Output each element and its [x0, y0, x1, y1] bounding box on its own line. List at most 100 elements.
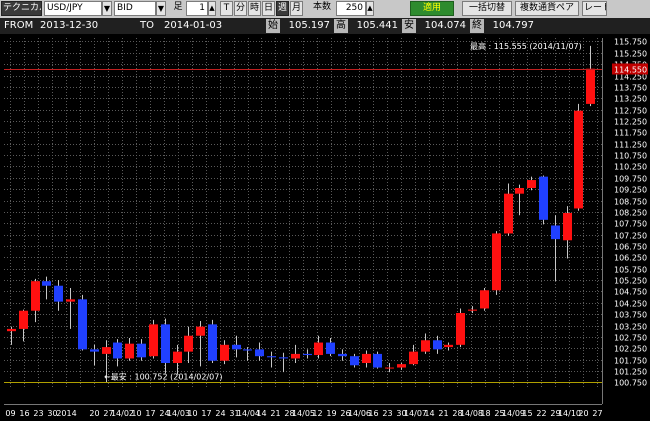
interval-day-button[interactable]: 日	[262, 1, 275, 16]
currency-pair-select[interactable]: USD/JPY	[44, 1, 102, 16]
ashi-label: 足	[173, 2, 183, 12]
apply-button[interactable]: 適用	[410, 1, 454, 16]
technical-button[interactable]: テクニカル	[1, 1, 42, 16]
y-tick-label: 108.750	[614, 198, 647, 207]
y-tick-label: 107.750	[614, 220, 647, 229]
candle-body	[220, 344, 229, 361]
open-label: 始	[266, 19, 280, 33]
y-tick-label: 105.750	[614, 266, 647, 275]
candle-body	[42, 281, 51, 286]
x-tick-label: 18	[480, 409, 490, 418]
y-tick-label: 104.250	[614, 300, 647, 309]
to-label: TO	[140, 20, 154, 31]
candle-body	[279, 357, 288, 359]
y-tick-label: 100.750	[614, 379, 647, 388]
interval-month-button[interactable]: 月	[290, 1, 303, 16]
candle-body	[314, 342, 323, 356]
y-tick-label: 106.250	[614, 254, 647, 263]
x-axis: 09 16 23 302014 20 2714/0210 17 2414/0310 17 24 31…	[5, 409, 602, 418]
y-tick-label: 104.750	[614, 288, 647, 297]
x-tick-label: 20	[578, 409, 588, 418]
count-spinner-icon[interactable]: ▲	[366, 1, 374, 16]
candle-body	[267, 356, 276, 358]
x-tick-label: 16	[368, 409, 378, 418]
info-bar: FROM 2013-12-30 TO 2014-01-03 始 105.197 …	[0, 18, 650, 34]
candle-body	[291, 353, 300, 359]
interval-minute-button[interactable]: 分	[234, 1, 247, 16]
y-tick-label: 109.250	[614, 186, 647, 195]
y-tick-label: 101.750	[614, 357, 647, 366]
x-tick-label: 22	[536, 409, 546, 418]
close-label: 終	[470, 19, 484, 33]
rate-button[interactable]: レート	[582, 1, 607, 16]
candle-body	[468, 309, 477, 311]
high-annotation: 最高 : 115.555 (2014/11/07)	[470, 41, 582, 51]
x-tick-label: 21	[438, 409, 448, 418]
toggle-all-button[interactable]: 一括切替	[462, 1, 512, 16]
candle-body	[232, 344, 241, 350]
x-tick-label: 17	[201, 409, 211, 418]
y-tick-label: 112.750	[614, 107, 647, 116]
y-tick-label: 105.250	[614, 277, 647, 286]
candle-body	[90, 349, 99, 352]
candle-body	[113, 342, 122, 359]
candle-body	[125, 343, 134, 359]
candle-body	[373, 353, 382, 368]
low-annotation: ←最安 : 100.752 (2014/02/07)	[104, 371, 222, 381]
x-tick-label: 14	[424, 409, 434, 418]
ashi-input[interactable]: 1	[186, 1, 208, 16]
y-tick-label: 102.750	[614, 334, 647, 343]
candle-body	[362, 353, 371, 363]
candle-body	[184, 335, 193, 352]
x-tick-label: 20	[89, 409, 99, 418]
candle-body	[173, 351, 182, 363]
y-tick-label: 103.750	[614, 311, 647, 320]
candle-body	[350, 356, 359, 366]
y-tick-label: 108.250	[614, 209, 647, 218]
interval-tick-button[interactable]: T	[220, 1, 233, 16]
y-tick-label: 113.250	[614, 95, 647, 104]
candle-body	[397, 364, 406, 368]
candle-body	[137, 343, 146, 358]
low-label: 安	[402, 19, 416, 33]
current-price-label: 114.550	[614, 66, 647, 75]
from-date: 2013-12-30	[40, 20, 99, 31]
candle-body	[243, 349, 252, 351]
candle-body	[515, 188, 524, 194]
candle-body	[539, 176, 548, 220]
candle-body	[563, 213, 572, 241]
candle-body	[527, 180, 536, 188]
y-tick-label: 106.750	[614, 243, 647, 252]
candle-body	[409, 351, 418, 365]
y-tick-label: 111.750	[614, 129, 647, 138]
x-tick-label: 10	[131, 409, 141, 418]
price-type-select[interactable]: BID	[114, 1, 156, 16]
candle-body	[574, 110, 583, 209]
ashi-spinner-icon[interactable]: ▲	[208, 1, 216, 16]
candle-body	[149, 324, 158, 357]
candle-body	[338, 353, 347, 357]
candle-body	[303, 353, 312, 356]
pair-dropdown-arrow-icon[interactable]: ▼	[102, 1, 112, 16]
interval-week-button[interactable]: 週	[276, 1, 289, 16]
x-tick-label: 21	[270, 409, 280, 418]
interval-hour-button[interactable]: 時	[248, 1, 261, 16]
count-input[interactable]: 250	[336, 1, 366, 16]
candle-body	[255, 349, 264, 357]
price-type-dropdown-arrow-icon[interactable]: ▼	[156, 1, 166, 16]
multi-currency-button[interactable]: 複数通貨ペア	[515, 1, 579, 16]
x-tick-label: 27	[592, 409, 602, 418]
y-axis: 100.750 101.250 101.750 102.250 102.750 103.2…	[614, 38, 647, 388]
y-tick-label: 103.250	[614, 323, 647, 332]
candle-body	[551, 225, 560, 240]
low-value: 104.074	[424, 20, 466, 31]
y-tick-label: 110.250	[614, 163, 647, 172]
candlestick-chart[interactable]: 100.750 101.250 101.750 102.250 102.750 103.2…	[0, 34, 650, 421]
high-label: 高	[334, 19, 348, 33]
y-tick-label: 110.750	[614, 152, 647, 161]
y-tick-label: 115.750	[614, 38, 647, 47]
candle-body	[66, 299, 75, 302]
y-tick-label: 109.750	[614, 175, 647, 184]
y-tick-label: 112.250	[614, 118, 647, 127]
x-tick-label: 16	[19, 409, 29, 418]
